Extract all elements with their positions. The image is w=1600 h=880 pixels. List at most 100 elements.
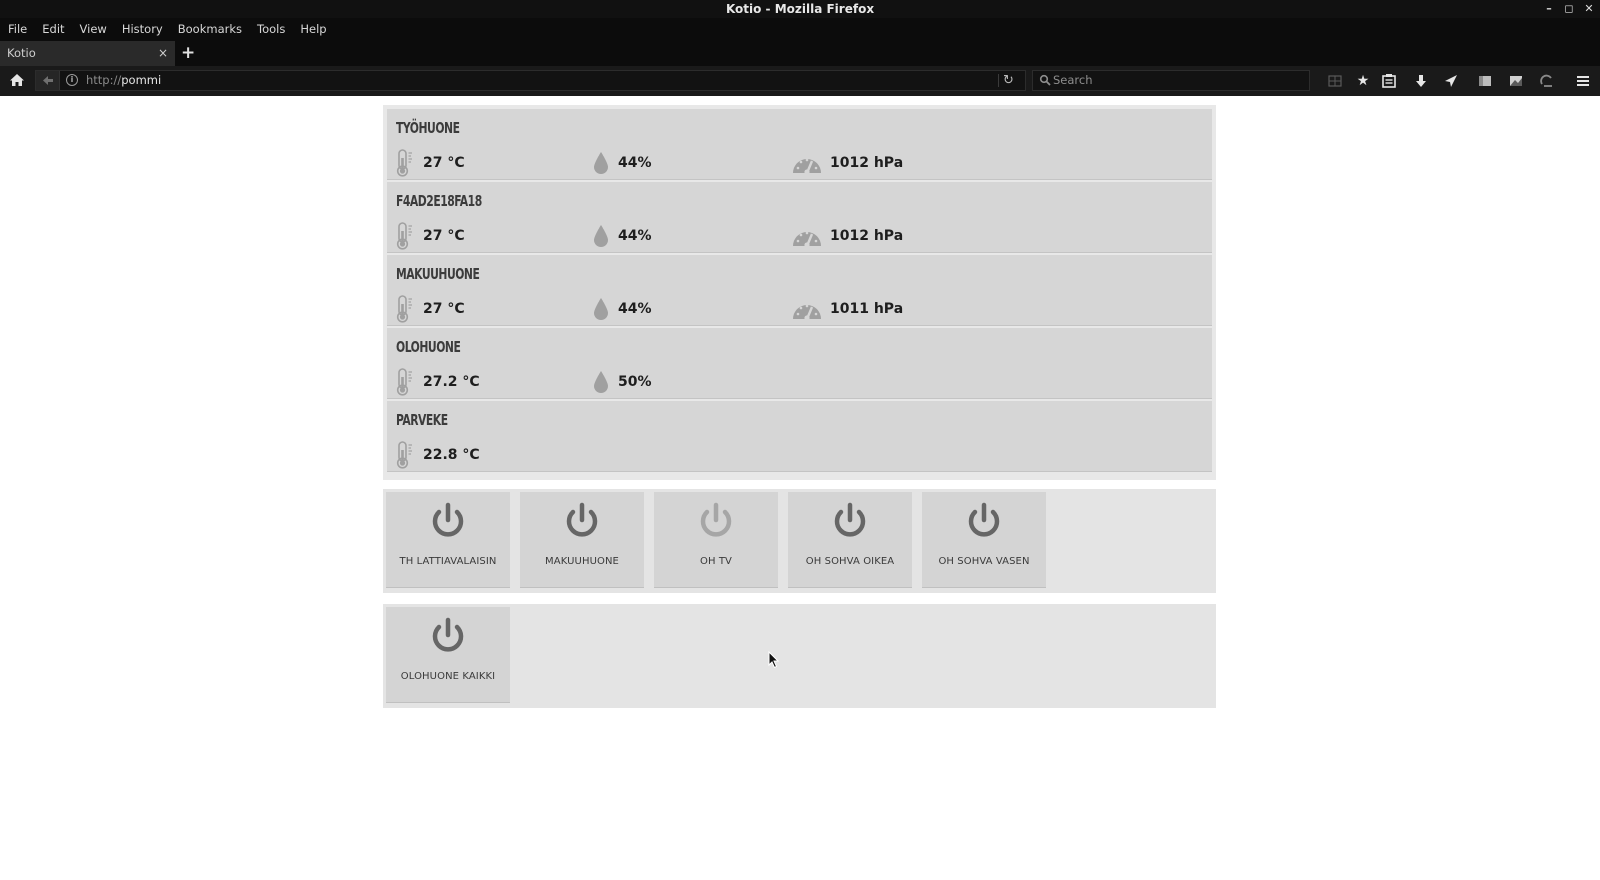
thermometer-icon bbox=[396, 368, 412, 396]
sensor-name: F4AD2E18FA18 bbox=[396, 192, 482, 210]
search-placeholder[interactable]: Search bbox=[1053, 71, 1093, 90]
temperature-value: 22.8 °C bbox=[423, 447, 480, 463]
switch-label: OH SOHVA OIKEA bbox=[805, 556, 895, 567]
back-button[interactable] bbox=[36, 71, 60, 90]
sensor-panel: TYÖHUONE 27 °C 44% 1012 hPa F4AD2E18FA18… bbox=[383, 105, 1216, 480]
pressure-value: 1011 hPa bbox=[830, 301, 904, 317]
search-icon bbox=[1039, 74, 1051, 86]
switch-oh-sohva-oikea[interactable]: OH SOHVA OIKEA bbox=[788, 492, 912, 588]
tab-kotio[interactable]: Kotio × bbox=[0, 41, 175, 66]
pressure-metric: 1012 hPa bbox=[792, 222, 903, 250]
menu-edit[interactable]: Edit bbox=[42, 22, 64, 36]
bookmarks-list-icon[interactable] bbox=[1380, 72, 1398, 90]
bookmark-star-icon[interactable]: ★ bbox=[1354, 72, 1372, 90]
pressure-value: 1012 hPa bbox=[830, 228, 904, 244]
url-scheme: http:// bbox=[86, 73, 122, 87]
gauge-icon bbox=[793, 231, 821, 248]
sensor-row-parveke: PARVEKE 22.8 °C bbox=[387, 401, 1212, 472]
humidity-metric: 44% bbox=[592, 149, 652, 177]
navigation-bar: i http://pommi ↻ Search ★ bbox=[0, 66, 1600, 96]
sensor-row-f4ad2e18fa18: F4AD2E18FA18 27 °C 44% 1012 hPa bbox=[387, 182, 1212, 253]
close-window-button[interactable]: ✕ bbox=[1582, 0, 1596, 18]
url-bar[interactable]: i http://pommi ↻ bbox=[35, 70, 1026, 91]
new-tab-button[interactable]: + bbox=[181, 42, 195, 64]
send-icon[interactable] bbox=[1442, 72, 1460, 90]
humidity-metric: 50% bbox=[592, 368, 652, 396]
temperature-value: 27.2 °C bbox=[423, 374, 480, 390]
url-divider bbox=[998, 74, 999, 87]
tab-bar: Kotio × + bbox=[0, 40, 1600, 66]
water-drop-icon bbox=[594, 298, 608, 320]
switch-makuuhuone[interactable]: MAKUUHUONE bbox=[520, 492, 644, 588]
tab-close-icon[interactable]: × bbox=[158, 41, 168, 66]
temperature-metric: 27 °C bbox=[395, 222, 465, 250]
power-icon bbox=[432, 617, 464, 652]
window-controls: – ◻ ✕ bbox=[1542, 0, 1596, 18]
water-drop-icon bbox=[594, 225, 608, 247]
water-drop-icon bbox=[594, 152, 608, 174]
toolbar-icons: ★ bbox=[1316, 66, 1600, 96]
tab-title: Kotio bbox=[7, 46, 36, 60]
home-icon[interactable] bbox=[9, 72, 25, 88]
menu-file[interactable]: File bbox=[8, 22, 27, 36]
switch-oh-tv[interactable]: OH TV bbox=[654, 492, 778, 588]
search-box[interactable]: Search bbox=[1032, 70, 1310, 91]
group-panel: OLOHUONE KAIKKI bbox=[383, 604, 1216, 708]
pressure-metric: 1012 hPa bbox=[792, 149, 903, 177]
sensor-row-olohuone: OLOHUONE 27.2 °C 50% bbox=[387, 328, 1212, 399]
humidity-value: 50% bbox=[618, 374, 652, 390]
sensor-row-tyohuone: TYÖHUONE 27 °C 44% 1012 hPa bbox=[387, 109, 1212, 180]
sidebar-icon[interactable] bbox=[1476, 72, 1494, 90]
switch-label: OH TV bbox=[699, 556, 733, 567]
temperature-metric: 27 °C bbox=[395, 149, 465, 177]
switch-label: TH LATTIAVALAISIN bbox=[399, 556, 497, 567]
menu-help[interactable]: Help bbox=[300, 22, 326, 36]
sensor-name: MAKUUHUONE bbox=[396, 265, 480, 283]
download-icon[interactable] bbox=[1412, 72, 1430, 90]
switch-label: OH SOHVA VASEN bbox=[938, 556, 1030, 567]
pressure-value: 1012 hPa bbox=[830, 155, 904, 171]
temperature-value: 27 °C bbox=[423, 155, 465, 171]
site-info-icon[interactable]: i bbox=[66, 74, 78, 86]
temperature-metric: 27.2 °C bbox=[395, 368, 480, 396]
page-content: TYÖHUONE 27 °C 44% 1012 hPa F4AD2E18FA18… bbox=[0, 96, 1600, 880]
reload-icon[interactable]: ↻ bbox=[1003, 71, 1017, 90]
hamburger-menu-icon[interactable] bbox=[1574, 72, 1592, 90]
sync-icon[interactable] bbox=[1538, 72, 1556, 90]
power-icon bbox=[968, 502, 1000, 537]
switch-th-lattiavalaisin[interactable]: TH LATTIAVALAISIN bbox=[386, 492, 510, 588]
url-text[interactable]: http://pommi bbox=[86, 71, 161, 90]
thermometer-icon bbox=[396, 222, 412, 250]
temperature-metric: 27 °C bbox=[395, 295, 465, 323]
gauge-icon bbox=[793, 304, 821, 321]
switch-olohuone-kaikki[interactable]: OLOHUONE KAIKKI bbox=[386, 607, 510, 703]
menu-history[interactable]: History bbox=[122, 22, 163, 36]
humidity-value: 44% bbox=[618, 228, 652, 244]
reader-grid-icon[interactable] bbox=[1326, 72, 1344, 90]
thermometer-icon bbox=[396, 149, 412, 177]
menu-bookmarks[interactable]: Bookmarks bbox=[178, 22, 242, 36]
humidity-value: 44% bbox=[618, 155, 652, 171]
switch-label: OLOHUONE KAIKKI bbox=[400, 671, 496, 682]
sensor-row-makuuhuone: MAKUUHUONE 27 °C 44% 1011 hPa bbox=[387, 255, 1212, 326]
power-icon bbox=[700, 502, 732, 537]
sensor-name: PARVEKE bbox=[396, 411, 448, 429]
humidity-metric: 44% bbox=[592, 295, 652, 323]
screenshot-icon[interactable] bbox=[1507, 72, 1525, 90]
humidity-metric: 44% bbox=[592, 222, 652, 250]
menu-tools[interactable]: Tools bbox=[257, 22, 285, 36]
power-icon bbox=[432, 502, 464, 537]
minimize-button[interactable]: – bbox=[1542, 0, 1556, 18]
power-icon bbox=[834, 502, 866, 537]
power-icon bbox=[566, 502, 598, 537]
temperature-metric: 22.8 °C bbox=[395, 441, 480, 469]
mouse-cursor-icon bbox=[768, 651, 780, 669]
temperature-value: 27 °C bbox=[423, 301, 465, 317]
gauge-icon bbox=[793, 158, 821, 175]
maximize-button[interactable]: ◻ bbox=[1562, 0, 1576, 18]
temperature-value: 27 °C bbox=[423, 228, 465, 244]
menu-view[interactable]: View bbox=[80, 22, 107, 36]
humidity-value: 44% bbox=[618, 301, 652, 317]
url-host: pommi bbox=[121, 73, 162, 87]
switch-oh-sohva-vasen[interactable]: OH SOHVA VASEN bbox=[922, 492, 1046, 588]
